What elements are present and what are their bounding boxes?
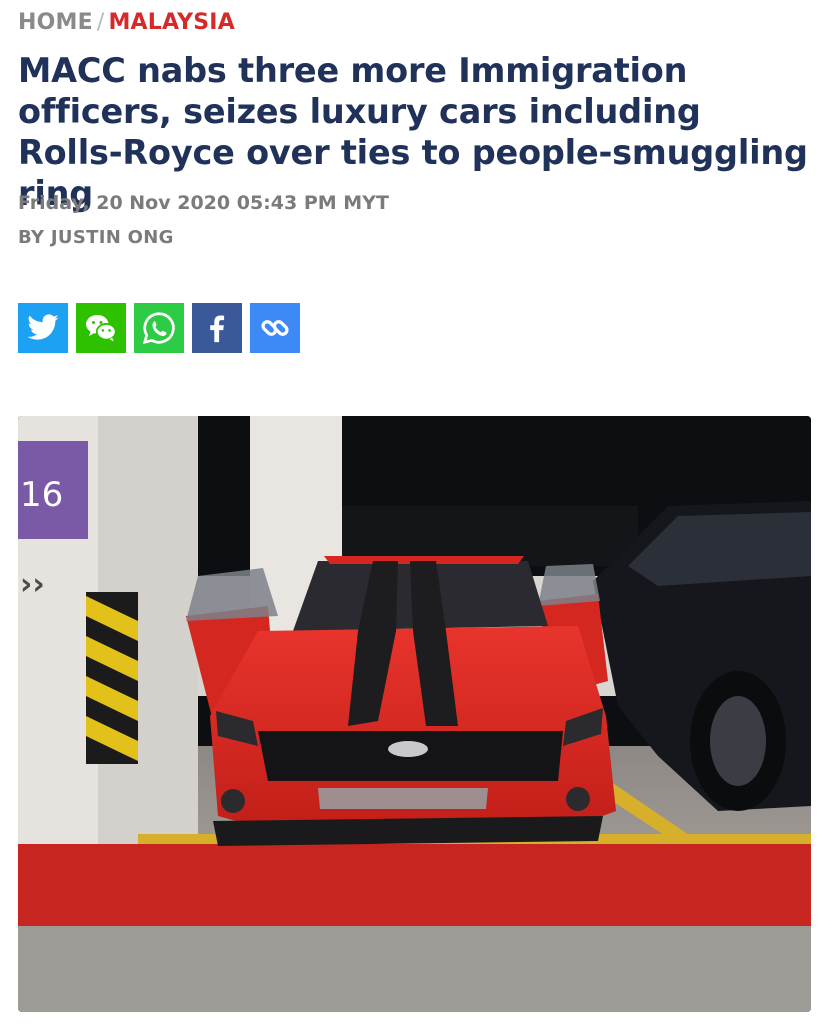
twitter-icon	[27, 314, 59, 340]
wechat-icon	[86, 314, 117, 342]
share-copy-link-button[interactable]	[250, 303, 300, 353]
share-bar	[18, 303, 300, 353]
link-icon	[261, 320, 289, 336]
breadcrumb-home-link[interactable]: HOME	[18, 10, 93, 35]
breadcrumb: HOME / MALAYSIA	[18, 10, 235, 35]
car-photo-illustration: 16 ››	[18, 416, 811, 1012]
share-wechat-button[interactable]	[76, 303, 126, 353]
article-dateline: Friday, 20 Nov 2020 05:43 PM MYT	[18, 192, 389, 214]
share-whatsapp-button[interactable]	[134, 303, 184, 353]
breadcrumb-section-link[interactable]: MALAYSIA	[108, 10, 234, 35]
breadcrumb-separator: /	[96, 10, 105, 35]
facebook-icon	[210, 315, 225, 343]
article-headline: MACC nabs three more Immigration officer…	[18, 51, 808, 213]
hazard-stripe	[86, 592, 138, 764]
pillar-sign-number: 16	[20, 475, 63, 515]
red-mustang	[186, 556, 616, 846]
share-facebook-button[interactable]	[192, 303, 242, 353]
share-twitter-button[interactable]	[18, 303, 68, 353]
article-byline[interactable]: BY JUSTIN ONG	[18, 227, 174, 248]
whatsapp-icon	[142, 312, 175, 345]
article-photo: 16 ››	[18, 416, 811, 1012]
pillar-arrow-icon: ››	[20, 567, 45, 602]
